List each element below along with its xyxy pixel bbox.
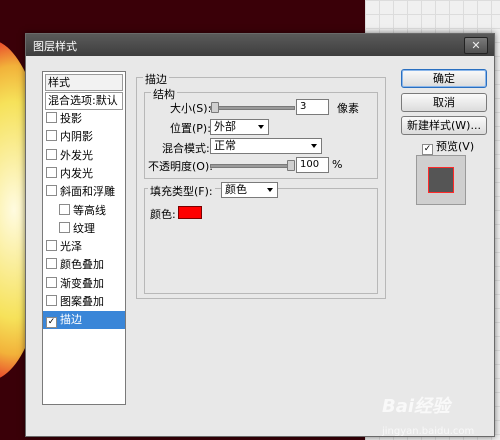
layer-style-dialog: 图层样式 ✕ 样式 混合选项:默认 投影内阴影外发光内发光斜面和浮雕等高线纹理光…	[25, 33, 495, 437]
chevron-down-icon	[267, 188, 273, 192]
opacity-unit: %	[332, 158, 343, 171]
checkbox-icon[interactable]	[46, 185, 57, 197]
chevron-down-icon	[311, 144, 317, 148]
style-preview	[416, 155, 466, 205]
style-item-label: 内发光	[60, 166, 93, 180]
style-item[interactable]: 渐变叠加	[43, 275, 125, 293]
size-label: 大小(S):	[170, 102, 212, 115]
style-item-label: 图案叠加	[60, 295, 104, 308]
checkbox-icon[interactable]	[46, 112, 57, 123]
checkbox-icon[interactable]	[46, 258, 57, 270]
style-item[interactable]: 内发光	[43, 165, 125, 183]
style-item[interactable]: 颜色叠加	[43, 256, 125, 274]
ok-button[interactable]: 确定	[401, 69, 487, 88]
styles-header[interactable]: 样式	[45, 74, 123, 91]
opacity-label: 不透明度(O):	[148, 160, 213, 173]
watermark-text: Bai经验	[382, 396, 451, 417]
checkbox-icon[interactable]	[46, 295, 57, 306]
checkbox-icon[interactable]	[46, 130, 57, 142]
style-item[interactable]: 纹理	[43, 220, 125, 238]
style-item[interactable]: 斜面和浮雕	[43, 183, 125, 201]
watermark-sub: jingyan.baidu.com	[382, 426, 475, 437]
preview-label: 预览(V)	[436, 140, 475, 153]
style-item-label: 外发光	[60, 148, 93, 162]
size-slider[interactable]	[210, 106, 295, 110]
title-bar[interactable]: 图层样式 ✕	[26, 34, 494, 56]
stroke-panel: 描边 结构 大小(S): 3 像素 位置(P): 外部 混合模式: 正常 不透明…	[130, 71, 390, 299]
style-item-label: 描边	[60, 313, 82, 327]
size-input[interactable]: 3	[296, 99, 329, 115]
style-item-label: 斜面和浮雕	[60, 185, 115, 199]
checkbox-icon[interactable]	[46, 276, 57, 288]
style-item-label: 渐变叠加	[60, 276, 104, 290]
style-item-label: 光泽	[60, 240, 82, 254]
fill-group	[144, 188, 378, 294]
watermark: Bai经验 jingyan.baidu.com	[382, 392, 474, 439]
style-item[interactable]: ✓ 描边	[43, 311, 125, 330]
style-item-label: 等高线	[73, 203, 106, 217]
style-item[interactable]: 光泽	[43, 238, 125, 256]
blend-mode-select[interactable]: 正常	[210, 138, 322, 154]
checkbox-icon[interactable]	[59, 221, 70, 233]
stroke-color-swatch[interactable]	[178, 206, 202, 219]
styles-list: 样式 混合选项:默认 投影内阴影外发光内发光斜面和浮雕等高线纹理光泽颜色叠加渐变…	[42, 71, 126, 405]
close-icon[interactable]: ✕	[464, 37, 488, 54]
style-item[interactable]: 内阴影	[43, 128, 125, 146]
checkbox-icon[interactable]	[59, 203, 70, 215]
color-label: 颜色:	[150, 208, 176, 221]
size-unit: 像素	[337, 102, 359, 115]
position-label: 位置(P):	[170, 122, 211, 135]
fill-type-value: 颜色	[225, 183, 247, 196]
blend-mode-value: 正常	[214, 139, 236, 152]
checkbox-icon[interactable]: ✓	[46, 317, 57, 329]
style-item-label: 颜色叠加	[60, 258, 104, 272]
style-item[interactable]: 外发光	[43, 147, 125, 165]
style-item-label: 纹理	[73, 221, 95, 235]
blend-mode-label: 混合模式:	[162, 142, 210, 155]
stroke-group-title: 描边	[143, 71, 169, 87]
fill-type-select[interactable]: 颜色	[221, 182, 278, 198]
blend-options-item[interactable]: 混合选项:默认	[45, 92, 123, 110]
cancel-button[interactable]: 取消	[401, 93, 487, 112]
chevron-down-icon	[258, 125, 264, 129]
style-item-label: 投影	[60, 112, 82, 125]
new-style-button[interactable]: 新建样式(W)...	[401, 116, 487, 135]
dialog-title: 图层样式	[33, 40, 77, 53]
style-item[interactable]: 等高线	[43, 202, 125, 220]
opacity-slider[interactable]	[210, 164, 295, 168]
fill-type-label: 填充类型(F):	[148, 183, 215, 199]
checkbox-icon[interactable]	[46, 148, 57, 160]
opacity-input[interactable]: 100	[296, 157, 329, 173]
style-item-label: 内阴影	[60, 130, 93, 144]
opacity-slider-thumb[interactable]	[287, 160, 295, 171]
position-value: 外部	[214, 120, 236, 133]
preview-checkbox[interactable]: ✓ 预览(V)	[419, 138, 474, 155]
style-item[interactable]: 图案叠加	[43, 293, 125, 311]
checkbox-icon[interactable]: ✓	[422, 144, 433, 155]
style-item[interactable]: 投影	[43, 110, 125, 128]
checkbox-icon[interactable]	[46, 240, 57, 252]
position-select[interactable]: 外部	[210, 119, 269, 135]
size-slider-thumb[interactable]	[211, 102, 219, 113]
preview-thumbnail	[428, 167, 454, 193]
checkbox-icon[interactable]	[46, 166, 57, 178]
